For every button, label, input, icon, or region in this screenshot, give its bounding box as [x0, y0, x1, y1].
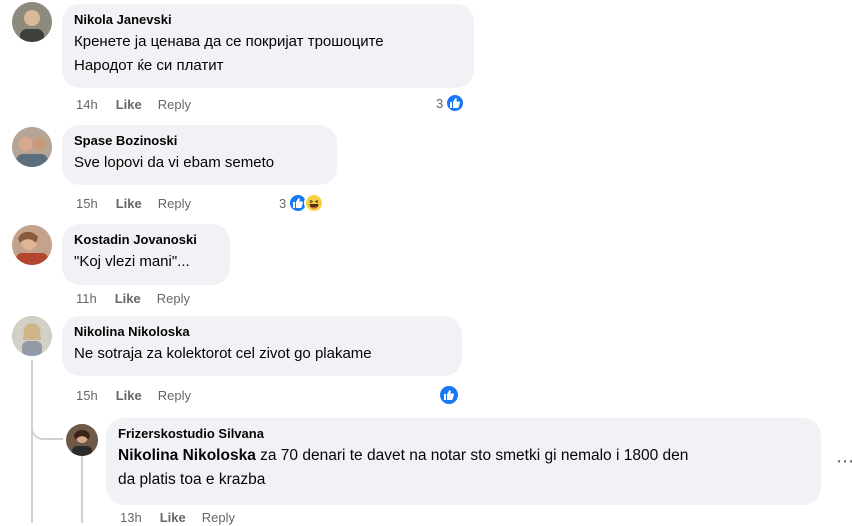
more-options-icon[interactable]: ⋯ [836, 452, 852, 470]
avatar[interactable] [12, 127, 52, 167]
comment-timestamp[interactable]: 15h [76, 196, 98, 212]
avatar[interactable] [66, 424, 98, 456]
comment-text: Кренете ја ценава да се покријат трошоци… [74, 33, 384, 50]
comment-timestamp[interactable]: 14h [76, 97, 98, 113]
thread-connector-line [81, 456, 83, 523]
thread-connector-line [31, 360, 33, 523]
avatar[interactable] [12, 316, 52, 356]
comment-timestamp[interactable]: 11h [76, 291, 97, 307]
reaction-summary[interactable]: 3 [279, 193, 325, 213]
comment-author[interactable]: Nikolina Nikoloska [74, 324, 450, 340]
comment-text: Ne sotraja za kolektorot cel zivot go pl… [74, 345, 372, 362]
like-button[interactable]: Like [160, 510, 186, 526]
comment-actions: 11h Like Reply [76, 291, 206, 307]
comment-timestamp[interactable]: 13h [120, 510, 142, 526]
reply-bubble: Frizerskostudio Silvana Nikolina Nikolos… [106, 418, 821, 505]
comment-text: Sve lopovi da vi ebam semeto [74, 154, 275, 171]
avatar[interactable] [12, 2, 52, 42]
comment-actions: 15h Like Reply [76, 388, 207, 404]
like-icon [438, 384, 460, 406]
comment-author[interactable]: Kostadin Jovanoski [74, 232, 218, 248]
comment-bubble: Spase Bozinoski Sve lopovi da vi ebam se… [62, 125, 337, 185]
reaction-summary[interactable]: 3 [436, 93, 466, 113]
comment-text: da platis toa e krazba [118, 471, 266, 488]
reaction-count: 3 [436, 95, 444, 111]
comment-text: Nikolina Nikoloska za 70 denari te davet… [118, 444, 809, 468]
reaction-summary[interactable] [438, 384, 460, 406]
reply-button[interactable]: Reply [157, 291, 190, 307]
mention-link[interactable]: Nikolina Nikoloska [118, 447, 256, 464]
haha-icon [304, 193, 325, 213]
like-button[interactable]: Like [116, 196, 142, 212]
comment-author[interactable]: Spase Bozinoski [74, 133, 325, 149]
avatar[interactable] [12, 225, 52, 265]
reply-button[interactable]: Reply [202, 510, 235, 526]
comment-bubble: Nikolina Nikoloska Ne sotraja za kolekto… [62, 316, 462, 376]
comment-actions: 14h Like Reply [76, 97, 207, 113]
comment-text: "Koj vlezi mani"... [74, 253, 190, 270]
comment-actions: 13h Like Reply [120, 510, 251, 526]
thread-connector-curve [31, 420, 63, 440]
reply-button[interactable]: Reply [158, 388, 191, 404]
comment-bubble: Nikola Janevski Кренете ја ценава да се … [62, 4, 474, 88]
reply-button[interactable]: Reply [158, 196, 191, 212]
like-button[interactable]: Like [115, 291, 141, 307]
like-button[interactable]: Like [116, 388, 142, 404]
comment-author[interactable]: Nikola Janevski [74, 12, 462, 28]
reaction-count: 3 [279, 195, 287, 211]
comment-timestamp[interactable]: 15h [76, 388, 98, 404]
comment-text: Народот ќе си платит [74, 57, 224, 74]
comment-text-rest: za 70 denari te davet na notar sto smetk… [255, 447, 689, 464]
reply-button[interactable]: Reply [158, 97, 191, 113]
like-button[interactable]: Like [116, 97, 142, 113]
comment-author[interactable]: Frizerskostudio Silvana [118, 426, 809, 442]
like-icon [445, 93, 466, 113]
comment-actions: 15h Like Reply [76, 196, 207, 212]
comment-bubble: Kostadin Jovanoski "Koj vlezi mani"... [62, 224, 230, 285]
